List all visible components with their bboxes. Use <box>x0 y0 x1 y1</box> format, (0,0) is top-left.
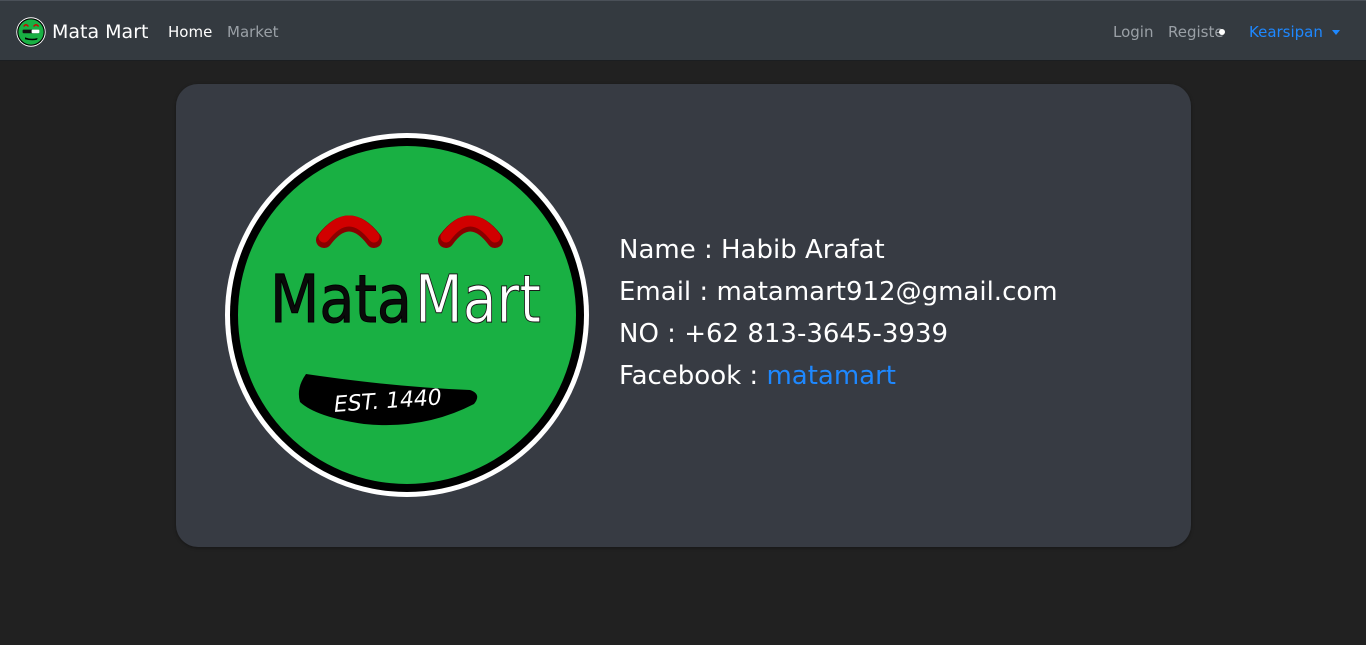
brand-link[interactable]: Mata Mart <box>16 17 148 47</box>
facebook-link[interactable]: matamart <box>766 361 896 391</box>
email-value: matamart912@gmail.com <box>716 277 1058 307</box>
logo-word-dark: Mata <box>270 261 412 338</box>
caret-down-icon <box>1331 29 1340 35</box>
matamart-large-logo: Mata Mart EST. 1440 <box>225 133 589 497</box>
facebook-label: Facebook : <box>619 361 767 391</box>
phone-row: NO : +62 813-3645-3939 <box>619 313 1058 355</box>
phone-value: +62 813-3645-3939 <box>684 319 949 349</box>
name-label: Name : <box>619 235 721 265</box>
nav-kearsipan-dropdown[interactable]: Kearsipan <box>1249 21 1340 43</box>
brand-name: Mata Mart <box>52 21 149 43</box>
nav-market-link[interactable]: Market <box>227 21 279 43</box>
nav-home-link[interactable]: Home <box>168 21 212 43</box>
matamart-logo-icon <box>16 17 46 47</box>
contact-card: Mata Mart EST. 1440 Name : Habib Arafat … <box>176 84 1191 547</box>
phone-label: NO : <box>619 319 685 349</box>
nav-register-link[interactable]: Register <box>1168 21 1224 43</box>
email-row: Email : matamart912@gmail.com <box>619 271 1058 313</box>
facebook-row: Facebook : matamart <box>619 355 1058 397</box>
nav-login-link[interactable]: Login <box>1113 21 1153 43</box>
logo-word-light: Mart <box>415 261 541 338</box>
name-value: Habib Arafat <box>721 235 885 265</box>
contact-info: Name : Habib Arafat Email : matamart912@… <box>619 229 1058 397</box>
email-label: Email : <box>619 277 717 307</box>
nav-kearsipan-label: Kearsipan <box>1249 23 1323 41</box>
cursor-dot <box>1219 29 1225 35</box>
navbar: Mata Mart Home Market Login Register Kea… <box>0 0 1366 61</box>
name-row: Name : Habib Arafat <box>619 229 1058 271</box>
